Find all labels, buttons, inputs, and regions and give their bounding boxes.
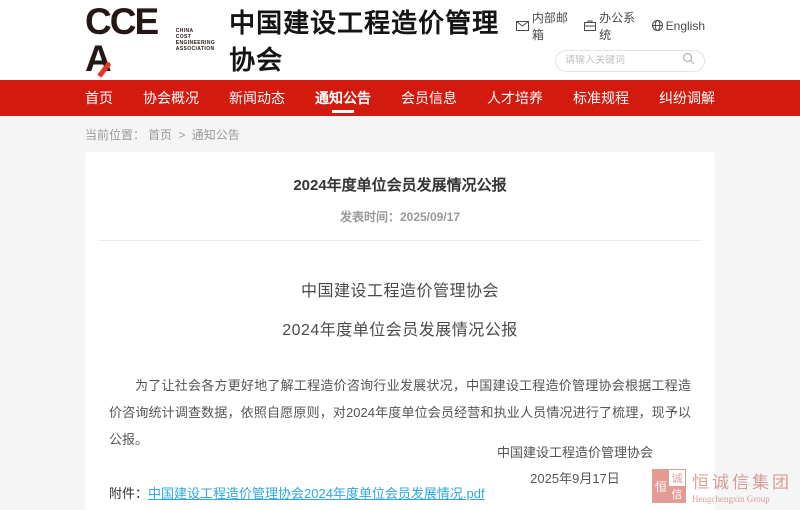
breadcrumb: 当前位置：首页 > 通知公告 <box>0 116 800 152</box>
stamp-char-bottom: 信 <box>669 486 685 502</box>
logo-sub-line: ASSOCIATION <box>176 46 215 52</box>
nav-item-mediation[interactable]: 纠纷调解 <box>659 80 715 116</box>
attachment-pdf-link[interactable]: 中国建设工程造价管理协会2024年度单位会员发展情况.pdf <box>148 486 485 501</box>
watermark-name-en: Hengchengxin Group <box>692 494 792 504</box>
active-tab-indicator <box>332 110 354 113</box>
english-link[interactable]: English <box>652 19 705 33</box>
header-utilities: 内部邮箱 办公系统 English <box>516 9 705 72</box>
article-heading-line2: 2024年度单位会员发展情况公报 <box>99 316 701 340</box>
site-title: 中国建设工程造价管理协会 <box>229 3 516 77</box>
nav-item-overview[interactable]: 协会概况 <box>143 80 199 116</box>
logo-subtitle: CHINA COST ENGINEERING ASSOCIATION <box>176 28 215 52</box>
stamp-char-top: 诚 <box>669 470 685 486</box>
breadcrumb-home[interactable]: 首页 <box>148 128 172 142</box>
top-link-label: English <box>666 19 705 33</box>
main-nav: 首页 协会概况 新闻动态 通知公告 会员信息 人才培养 标准规程 纠纷调解 <box>0 80 800 116</box>
logo-red-swoosh <box>97 61 111 77</box>
nav-item-home[interactable]: 首页 <box>85 80 113 116</box>
ccea-wordmark: CCEA <box>85 3 171 77</box>
search-icon[interactable] <box>682 52 695 70</box>
breadcrumb-current: 通知公告 <box>192 128 240 142</box>
signature-date: 2025年9月17日 <box>497 466 653 492</box>
search-box[interactable] <box>555 50 705 72</box>
hengchengxin-stamp-logo: 恒 诚 信 <box>652 469 686 503</box>
signature-block: 中国建设工程造价管理协会 2025年9月17日 <box>497 440 653 492</box>
mail-icon <box>516 21 529 31</box>
nav-item-notices[interactable]: 通知公告 <box>315 80 371 116</box>
publish-date-value: 2025/09/17 <box>400 210 460 224</box>
article-heading-line1: 中国建设工程造价管理协会 <box>99 277 701 301</box>
article-title: 2024年度单位会员发展情况公报 <box>99 174 701 195</box>
site-logo[interactable]: CCEA CHINA COST ENGINEERING ASSOCIATION … <box>85 3 516 77</box>
nav-item-label: 通知公告 <box>315 88 371 108</box>
nav-item-training[interactable]: 人才培养 <box>487 80 543 116</box>
top-links: 内部邮箱 办公系统 English <box>516 9 705 43</box>
breadcrumb-separator: > <box>178 128 185 142</box>
nav-item-standards[interactable]: 标准规程 <box>573 80 629 116</box>
attachment-label: 附件： <box>109 486 148 501</box>
stamp-char-left: 恒 <box>653 470 669 502</box>
office-system-link[interactable]: 办公系统 <box>584 9 636 43</box>
signature-org: 中国建设工程造价管理协会 <box>497 440 653 466</box>
publish-date-label: 发表时间： <box>340 210 400 224</box>
nav-item-members[interactable]: 会员信息 <box>401 80 457 116</box>
globe-icon <box>652 20 663 31</box>
title-divider <box>99 240 701 241</box>
search-input[interactable] <box>565 55 682 66</box>
top-link-label: 办公系统 <box>599 9 636 43</box>
office-icon <box>584 20 596 31</box>
internal-mail-link[interactable]: 内部邮箱 <box>516 9 569 43</box>
article-card: 2024年度单位会员发展情况公报 发表时间：2025/09/17 中国建设工程造… <box>85 152 715 510</box>
site-header: CCEA CHINA COST ENGINEERING ASSOCIATION … <box>0 0 800 80</box>
hengchengxin-watermark: 恒 诚 信 恒诚信集团 Hengchengxin Group <box>652 468 792 504</box>
publish-date: 发表时间：2025/09/17 <box>99 208 701 225</box>
breadcrumb-prefix: 当前位置： <box>85 128 145 142</box>
nav-item-news[interactable]: 新闻动态 <box>229 80 285 116</box>
top-link-label: 内部邮箱 <box>532 9 569 43</box>
watermark-name-cn: 恒诚信集团 <box>692 468 792 493</box>
